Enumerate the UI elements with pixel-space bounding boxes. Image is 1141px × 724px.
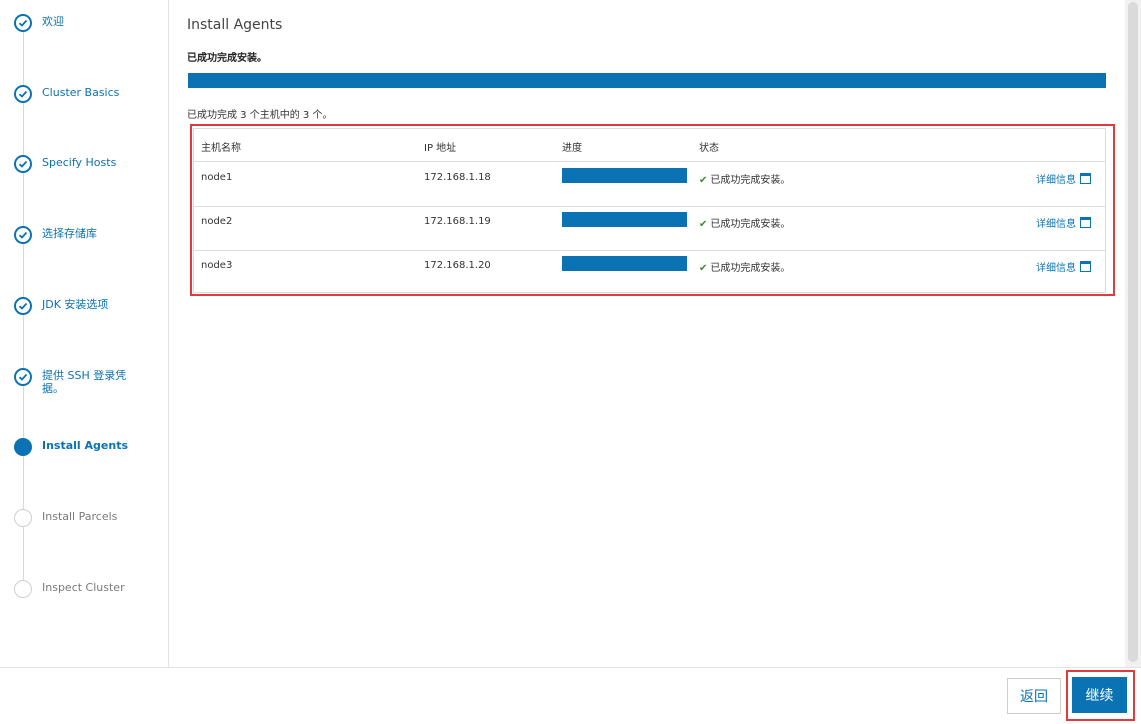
step-label: 选择存储库: [42, 227, 97, 240]
window-icon: [1080, 173, 1091, 184]
details-link-label: 详细信息: [1036, 175, 1076, 186]
check-circle-icon: [14, 368, 32, 386]
back-button[interactable]: 返回: [1007, 678, 1061, 714]
current-step-dot-icon: [14, 438, 32, 456]
host-name: node2: [201, 216, 233, 227]
status-text: 已成功完成安装。: [710, 219, 791, 230]
window-icon: [1080, 261, 1091, 272]
step-label: Cluster Basics: [42, 86, 120, 99]
pending-step-circle-icon: [14, 509, 32, 527]
table-row: node2 172.168.1.19 ✔ 已成功完成安装。 详细信息: [194, 206, 1105, 251]
step-label: JDK 安装选项: [42, 298, 109, 311]
table-row: node1 172.168.1.18 ✔ 已成功完成安装。 详细信息: [194, 162, 1105, 207]
step-label: Install Parcels: [42, 510, 118, 523]
details-link-label: 详细信息: [1036, 263, 1076, 274]
column-header-status: 状态: [699, 143, 719, 154]
scrollbar-thumb[interactable]: [1128, 2, 1138, 662]
column-header-ip: IP 地址: [424, 143, 457, 154]
host-status: ✔ 已成功完成安装。: [699, 215, 790, 230]
step-label: 提供 SSH 登录凭据。: [42, 369, 127, 395]
check-circle-icon: [14, 226, 32, 244]
check-icon: ✔: [699, 175, 708, 186]
host-status: ✔ 已成功完成安装。: [699, 259, 790, 274]
table-header: 主机名称 IP 地址 进度 状态: [194, 129, 1105, 162]
hosts-summary: 已成功完成 3 个主机中的 3 个。: [187, 110, 333, 121]
details-link[interactable]: 详细信息: [1036, 171, 1091, 186]
step-label: Install Agents: [42, 439, 129, 452]
status-text: 已成功完成安装。: [710, 263, 791, 274]
details-link[interactable]: 详细信息: [1036, 259, 1091, 274]
status-text: 已成功完成安装。: [710, 175, 791, 186]
step-label: Inspect Cluster: [42, 581, 125, 594]
host-ip: 172.168.1.19: [424, 216, 491, 227]
host-progress-bar: [562, 212, 687, 227]
step-label: 欢迎: [42, 15, 64, 28]
table-row: node3 172.168.1.20 ✔ 已成功完成安装。 详细信息: [194, 250, 1105, 294]
details-link[interactable]: 详细信息: [1036, 215, 1091, 230]
host-name: node3: [201, 260, 233, 271]
install-success-message: 已成功完成安装。: [187, 53, 267, 64]
host-ip: 172.168.1.18: [424, 172, 491, 183]
host-status: ✔ 已成功完成安装。: [699, 171, 790, 186]
overall-progress-bar: [188, 73, 1106, 88]
details-link-label: 详细信息: [1036, 219, 1076, 230]
check-circle-icon: [14, 85, 32, 103]
check-circle-icon: [14, 14, 32, 32]
vertical-scrollbar[interactable]: [1125, 0, 1141, 667]
check-icon: ✔: [699, 219, 708, 230]
hosts-table: 主机名称 IP 地址 进度 状态 node1 172.168.1.18 ✔ 已成功…: [193, 128, 1106, 293]
host-ip: 172.168.1.20: [424, 260, 491, 271]
step-label: Specify Hosts: [42, 156, 117, 169]
window-icon: [1080, 217, 1091, 228]
column-header-progress: 进度: [562, 143, 582, 154]
check-circle-icon: [14, 155, 32, 173]
check-circle-icon: [14, 297, 32, 315]
host-name: node1: [201, 172, 233, 183]
pending-step-circle-icon: [14, 580, 32, 598]
column-header-host: 主机名称: [201, 143, 241, 154]
page-title: Install Agents: [187, 17, 283, 33]
check-icon: ✔: [699, 263, 708, 274]
wizard-steps-sidebar: 欢迎 Cluster Basics Specify Hosts 选择存储库 JD…: [0, 0, 169, 667]
host-progress-bar: [562, 256, 687, 271]
host-progress-bar: [562, 168, 687, 183]
wizard-footer: 返回 继续: [0, 667, 1141, 724]
continue-button[interactable]: 继续: [1072, 677, 1127, 713]
